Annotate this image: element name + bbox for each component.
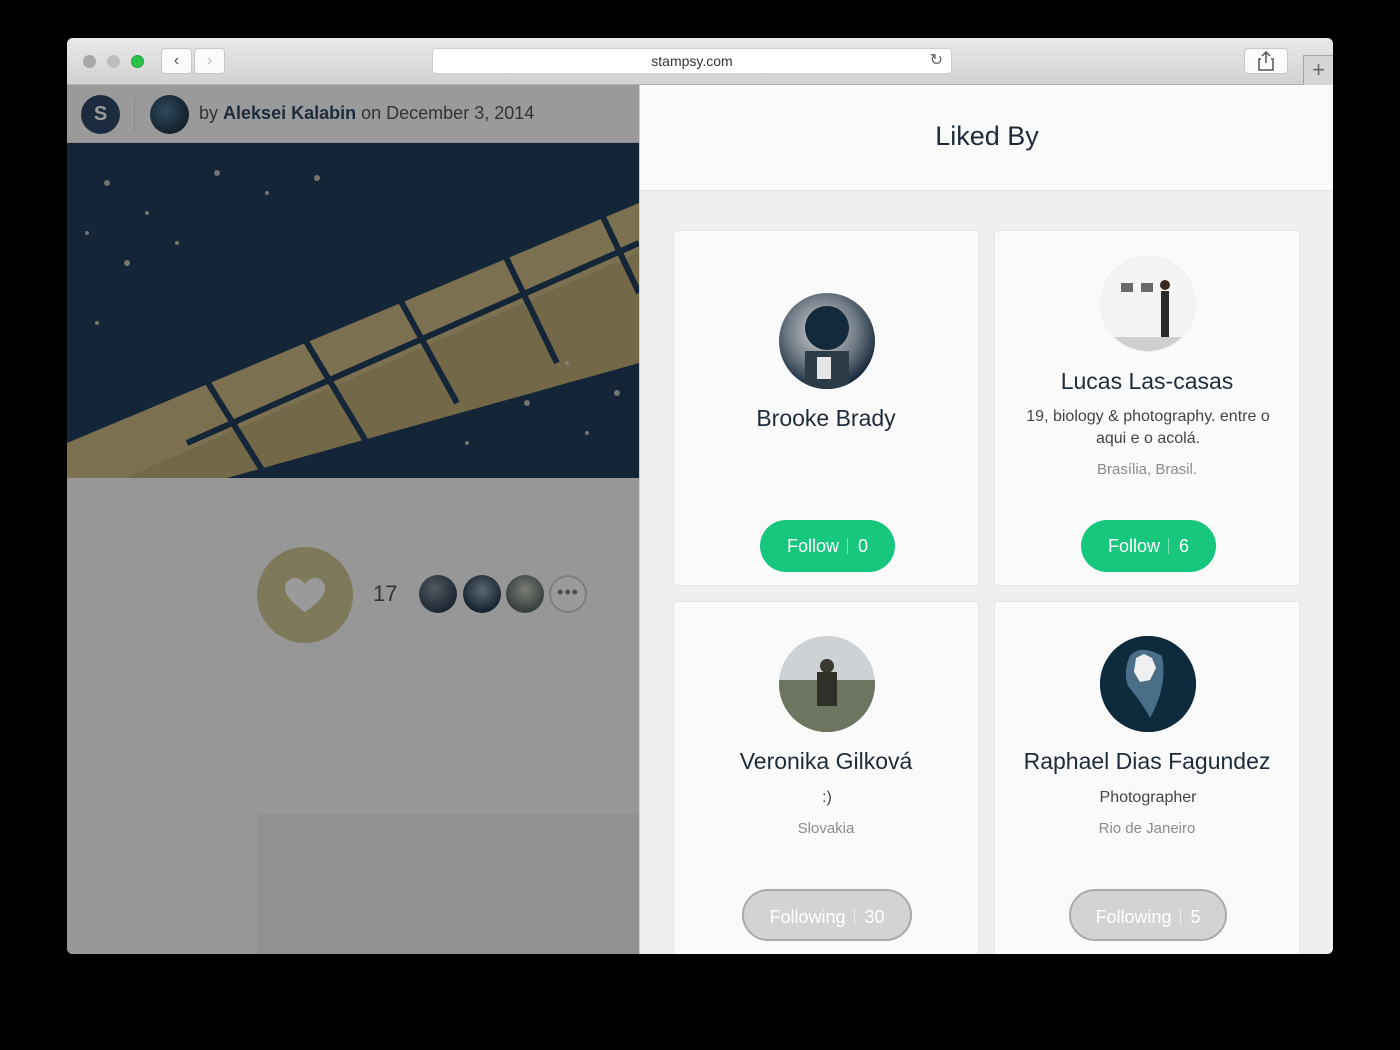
url-text: stampsy.com — [651, 53, 733, 69]
user-bio: 19, biology & photography. entre o aqui … — [1026, 408, 1270, 447]
user-name[interactable]: Veronika Gilková — [674, 748, 978, 775]
user-location: Brasília, Brasil. — [1096, 461, 1198, 478]
page-content: S by Aleksei Kalabin on December 3, 2014 — [67, 85, 1333, 954]
user-name[interactable]: Raphael Dias Fagundez — [995, 748, 1299, 775]
following-button[interactable]: Following 5 — [1069, 889, 1227, 941]
user-location: Rio de Janeiro — [1098, 820, 1196, 837]
avatar[interactable] — [779, 636, 875, 732]
chevron-right-icon: › — [206, 52, 213, 69]
avatar-photo — [779, 636, 875, 732]
user-card: Brooke Brady Follow 0 — [673, 230, 979, 586]
share-button[interactable] — [1244, 48, 1288, 74]
user-card: Raphael Dias Fagundez Photographer Rio d… — [994, 601, 1300, 954]
avatar-photo — [805, 306, 849, 389]
post-view: S by Aleksei Kalabin on December 3, 2014 — [67, 85, 639, 954]
minimize-window-button[interactable] — [107, 55, 120, 68]
new-tab-button[interactable]: + — [1303, 55, 1333, 85]
back-button[interactable]: ‹ — [161, 48, 192, 74]
user-card: Veronika Gilková :) Slovakia Following 30 — [673, 601, 979, 954]
browser-toolbar: ‹ › stampsy.com ↻ + — [67, 38, 1333, 85]
user-card: Lucas Las-casas 19, biology & photograph… — [994, 230, 1300, 586]
follow-button[interactable]: Follow 0 — [760, 520, 895, 572]
follower-count: 0 — [847, 537, 868, 555]
avatar-photo — [1101, 257, 1195, 351]
following-label: Following — [1095, 907, 1172, 927]
follower-count: 30 — [853, 908, 885, 926]
user-bio: Photographer — [1099, 789, 1197, 806]
user-bio: :) — [822, 789, 832, 806]
user-location: Slovakia — [797, 820, 855, 837]
plus-icon: + — [1312, 57, 1325, 82]
follow-button[interactable]: Follow 6 — [1081, 520, 1216, 572]
avatar-photo — [1100, 636, 1196, 732]
follow-label: Follow — [786, 536, 839, 556]
avatar[interactable] — [779, 293, 875, 389]
address-bar[interactable]: stampsy.com ↻ — [432, 48, 952, 74]
liked-by-panel: Liked By Brooke Brady Follow 0 Lucas Las… — [639, 85, 1333, 954]
panel-title: Liked By — [935, 121, 1039, 151]
follower-count: 6 — [1168, 537, 1189, 555]
following-label: Following — [769, 907, 846, 927]
forward-button[interactable]: › — [194, 48, 225, 74]
share-icon — [1258, 50, 1274, 71]
follow-label: Follow — [1107, 536, 1160, 556]
follower-count: 5 — [1179, 908, 1201, 926]
user-name[interactable]: Lucas Las-casas — [995, 368, 1299, 395]
maximize-window-button[interactable] — [131, 55, 144, 68]
panel-header: Liked By — [640, 85, 1333, 191]
close-window-button[interactable] — [83, 55, 96, 68]
user-name[interactable]: Brooke Brady — [674, 405, 978, 432]
avatar[interactable] — [1100, 636, 1196, 732]
reload-icon[interactable]: ↻ — [930, 49, 943, 73]
avatar[interactable] — [1100, 256, 1196, 352]
chevron-left-icon: ‹ — [173, 52, 180, 69]
following-button[interactable]: Following 30 — [742, 889, 912, 941]
browser-window: ‹ › stampsy.com ↻ + S by Aleksei Kalabin — [67, 38, 1333, 954]
modal-backdrop[interactable] — [67, 85, 639, 954]
